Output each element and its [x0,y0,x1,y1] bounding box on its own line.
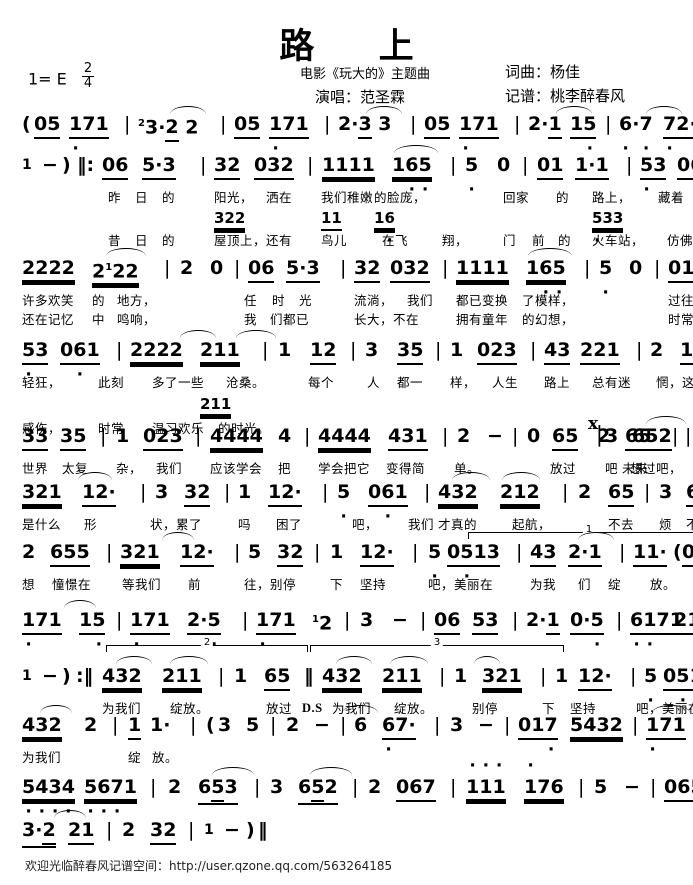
page-title: 路 上 [279,27,440,67]
ending-bracket-label: 3 [430,637,444,648]
music-system-7: 1 2 655 | 321 12· | 5 32 | 1 12· | 5 051… [22,524,693,593]
note-row: 1 − ) :‖ 432 211 | 1 65 ‖ 432 211 | 1 32… [22,656,693,691]
lyric-row-verse1: 许多欢笑的地方， 任时光 流淌，我们 都已变换了模样， 过往少 [22,293,693,308]
key-label: 1= E [28,69,67,89]
lyric-row-verse2: 昔日的 屋顶上，还有 鸟儿 在飞 翔， 门前的 火车站， 仿佛 [108,233,693,248]
note-row: 2 65 | [0,424,683,451]
note-row: 5434 5671 | 2 653 | 3 652 | 2 067 | 111 … [22,767,693,805]
music-system-3: 2222 2122 | 2 0 | 06 5·3 | 32 032 | 1111… [22,248,693,328]
note-row: 2 655 | 321 12· | 5 32 | 1 12· | 5 0513 … [22,532,693,567]
music-system-5-tail: 2 65 | 未来 [0,424,683,477]
music-system-8: 171 15 | 171 2·5 | 171 12 | 3 − | 06 53 … [22,600,693,635]
music-system-1: ( 05 171 | 23·2 2 | 05 171 | 2·3 3 | 05 … [22,106,693,143]
key-signature: 1= E 2 4 [28,61,95,91]
ending-bracket-2: 2 [106,637,308,652]
time-signature-numerator: 2 [81,61,95,77]
music-system-4: 53 061 | 2222 211 | 1 12 | 3 35 | 1 023 … [22,330,693,437]
note-row: 1 − ) ‖: 06 5·3 | 32 032 | 1111 165 | 5 … [22,145,693,180]
lyric-row-verse2: 还在记忆中鸣响， 我们都已 长大，不在 拥有童年的幻想， 时常独 [22,312,693,327]
lyric-row: 想憧憬在 等我们前 往，别停下 坚持 吧，美丽在 为我们 绽放。 [22,577,677,592]
note-row: 3·2 21 | 2 32 | 1 − ) ‖ [22,810,683,848]
time-signature: 2 4 [81,61,95,91]
lyric-row-verse1: 昨日的 阳光， 洒在 我们稚嫩 的脸庞， 回家的 路上， 藏着 [108,190,685,205]
alt-note-row: 211 [200,395,232,413]
note-row: ( 05 171 | 23·2 2 | 05 171 | 2·3 3 | 05 … [22,106,693,143]
note-row: 2222 2122 | 2 0 | 06 5·3 | 32 032 | 1111… [22,248,693,283]
music-system-11: 5434 5671 | 2 653 | 3 652 | 2 067 | 111 … [22,767,693,805]
ending-bracket-3: 3 [310,637,564,652]
ending-bracket-label: 2 [200,637,214,648]
music-system-10: 432 2 | 1 1· | ( 3 5 | 2 − | 6 67· | 3 −… [22,705,690,766]
performer-credit: 演唱：范圣霖 [315,88,406,106]
music-system-2: 1 − ) ‖: 06 5·3 | 32 032 | 1111 165 | 5 … [22,145,693,249]
footer-credit: 欢迎光临醉春风记谱空间：http://user.qzone.qq.com/563… [25,859,393,873]
note-row: 432 2 | 1 1· | ( 3 5 | 2 − | 6 67· | 3 −… [22,705,690,740]
lyric-row-verse1: 轻狂，此刻 多了一些沧桑。 每个人 都一样， 人生路上 总有迷惘，这个 [22,375,693,390]
lyric-row: 为我们 绽放。 [22,750,179,765]
music-system-12: 3·2 21 | 2 32 | 1 − ) ‖ [22,810,683,848]
subtitle: 电影《玩大的》主题曲 [300,67,431,82]
note-row: 321 12· | 3 32 | 1 12· | 5 061 | 432 212… [22,472,693,507]
transcriber-credit: 记谱：桃李醉春风 [505,87,626,105]
time-signature-denominator: 4 [83,75,93,91]
alt-note-row: 322 11 16 533 [22,208,683,231]
note-row: 171 15 | 171 2·5 | 171 12 | 3 − | 06 53 … [22,600,693,635]
composer-credit: 词曲：杨佳 [505,63,581,81]
note-row: 53 061 | 2222 211 | 1 12 | 3 35 | 1 023 … [22,330,693,365]
